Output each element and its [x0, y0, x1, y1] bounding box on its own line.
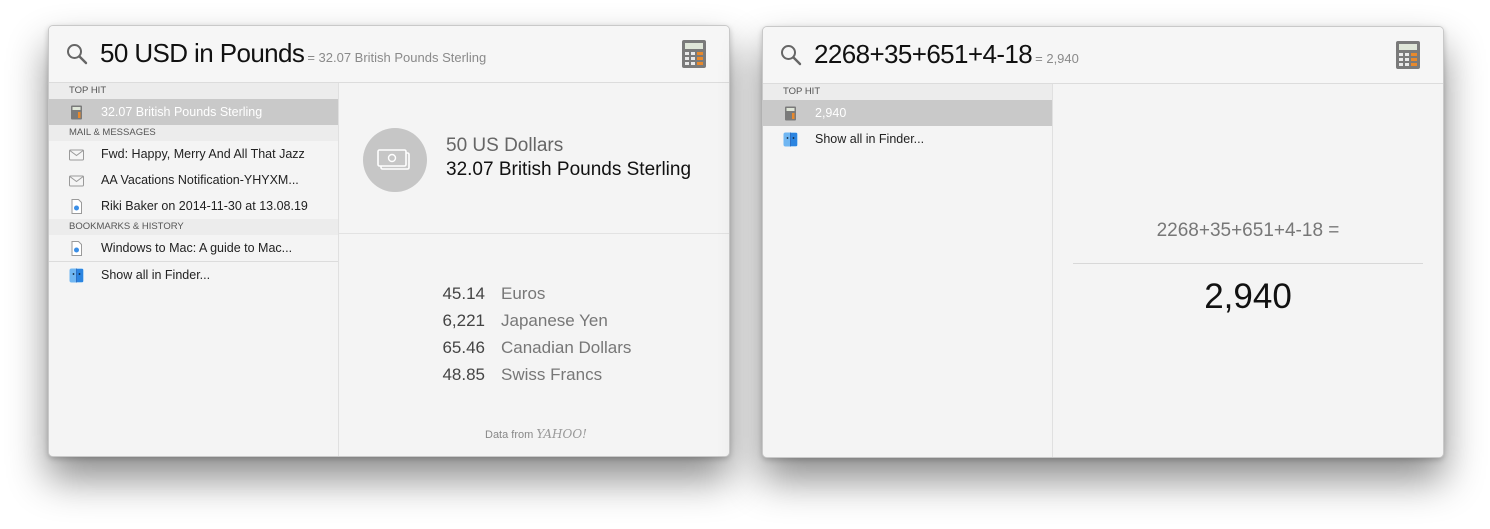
query-text[interactable]: 50 USD in Pounds	[100, 38, 305, 69]
document-icon	[71, 241, 82, 256]
results-list: TOP HIT 32.07 British Pounds Sterling MA…	[49, 83, 339, 456]
calculation-result: 2,940	[1204, 277, 1292, 316]
conversion-value: 65.46	[442, 338, 485, 357]
divider	[1073, 263, 1423, 264]
result-label: Windows to Mac: A guide to Mac...	[101, 241, 293, 255]
section-top-hit: TOP HIT	[763, 84, 1052, 100]
section-bookmarks: BOOKMARKS & HISTORY	[49, 219, 338, 235]
result-mail-1[interactable]: Fwd: Happy, Merry And All That Jazz	[49, 141, 338, 167]
conversion-currency: Canadian Dollars	[501, 338, 632, 357]
result-top-hit[interactable]: 2,940	[763, 100, 1052, 126]
document-icon	[71, 199, 82, 214]
search-bar[interactable]: 50 USD in Pounds = 32.07 British Pounds …	[49, 26, 729, 83]
conversion-value: 48.85	[442, 365, 485, 384]
result-label: AA Vacations Notification-YHYXM...	[101, 173, 299, 187]
result-mail-3[interactable]: Riki Baker on 2014-11-30 at 13.08.19	[49, 193, 338, 219]
conversion-row: 6,221 Japanese Yen	[419, 307, 631, 334]
conversion-currency: Euros	[501, 284, 546, 303]
data-source-credit: Data from YAHOO!	[485, 427, 587, 441]
conversion-result: 32.07 British Pounds Sterling	[446, 159, 692, 180]
result-mail-2[interactable]: AA Vacations Notification-YHYXM...	[49, 167, 338, 193]
credit-prefix: Data from	[485, 429, 534, 441]
calculator-icon	[71, 105, 82, 120]
show-all-in-finder[interactable]: Show all in Finder...	[49, 262, 338, 288]
search-input[interactable]: 2268+35+651+4-18 = 2,940	[814, 39, 1079, 70]
finder-icon	[69, 268, 84, 283]
result-label: 32.07 British Pounds Sterling	[101, 105, 263, 119]
conversion-source: 50 US Dollars	[446, 135, 564, 156]
finder-icon	[783, 132, 798, 147]
other-conversions: 45.14 Euros 6,221 Japanese Yen 65.46 Canadi…	[419, 280, 631, 388]
calculator-icon	[1396, 41, 1420, 69]
magnifier-icon	[781, 45, 802, 66]
conversion-row: 45.14 Euros	[419, 280, 631, 307]
yahoo-logo: YAHOO!	[536, 427, 587, 441]
divider	[339, 233, 729, 234]
section-top-hit: TOP HIT	[49, 83, 338, 99]
calculation-expression: 2268+35+651+4-18 =	[1156, 220, 1340, 241]
mail-icon	[69, 149, 84, 161]
show-all-in-finder[interactable]: Show all in Finder...	[763, 126, 1052, 152]
banknote-icon	[363, 128, 427, 192]
conversion-currency: Japanese Yen	[501, 311, 608, 330]
conversion-row: 48.85 Swiss Francs	[419, 361, 631, 388]
result-label: Riki Baker on 2014-11-30 at 13.08.19	[101, 199, 308, 213]
query-hint: = 2,940	[1035, 51, 1079, 66]
conversion-value: 6,221	[442, 311, 485, 330]
spotlight-window-calculator: 2268+35+651+4-18 = 2,940 TOP HIT 2,940 S…	[762, 26, 1444, 458]
preview-pane: 50 US Dollars 32.07 British Pounds Sterl…	[339, 83, 729, 456]
mail-icon	[69, 175, 84, 187]
search-bar[interactable]: 2268+35+651+4-18 = 2,940	[763, 27, 1443, 84]
conversion-currency: Swiss Francs	[501, 365, 603, 384]
result-label: Show all in Finder...	[101, 268, 211, 282]
result-top-hit[interactable]: 32.07 British Pounds Sterling	[49, 99, 338, 125]
section-mail: MAIL & MESSAGES	[49, 125, 338, 141]
results-list: TOP HIT 2,940 Show all in Finder...	[763, 84, 1053, 457]
calculator-icon	[682, 40, 706, 68]
query-hint: = 32.07 British Pounds Sterling	[307, 50, 487, 65]
preview-pane: 2268+35+651+4-18 = 2,940	[1053, 84, 1443, 457]
query-text[interactable]: 2268+35+651+4-18	[814, 39, 1033, 70]
magnifier-icon	[67, 44, 88, 65]
result-label: Fwd: Happy, Merry And All That Jazz	[101, 147, 305, 161]
result-label: Show all in Finder...	[815, 132, 925, 146]
conversion-row: 65.46 Canadian Dollars	[419, 334, 631, 361]
result-bookmark-1[interactable]: Windows to Mac: A guide to Mac...	[49, 235, 338, 262]
conversion-value: 45.14	[442, 284, 485, 303]
spotlight-window-currency: 50 USD in Pounds = 32.07 British Pounds …	[48, 25, 730, 457]
result-label: 2,940	[815, 106, 847, 120]
calculator-icon	[785, 106, 796, 121]
search-input[interactable]: 50 USD in Pounds = 32.07 British Pounds …	[100, 38, 486, 69]
